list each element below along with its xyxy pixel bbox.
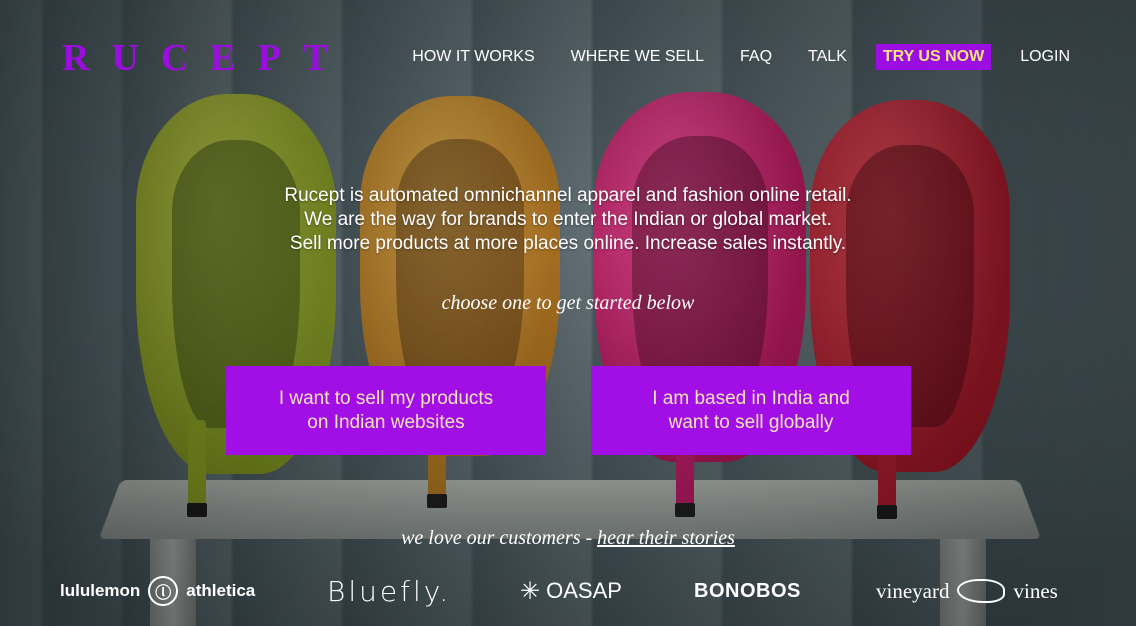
button-label-line-2: on Indian websites — [307, 411, 465, 433]
whale-icon — [957, 579, 1006, 603]
lululemon-logo: lululemon ⓛ athletica — [60, 574, 255, 608]
choose-prompt: choose one to get started below — [441, 292, 695, 314]
oasap-text: OASAP — [546, 578, 622, 603]
logo[interactable]: RUCEPT — [62, 36, 350, 80]
nav-try-us-now-button[interactable]: TRY US NOW — [875, 44, 992, 70]
hero-tagline: Rucept is automated omnichannel apparel … — [0, 184, 1136, 256]
customer-stories: we love our customers - hear their stori… — [0, 527, 1136, 550]
nav-where-we-sell[interactable]: WHERE WE SELL — [571, 48, 704, 66]
nav-talk[interactable]: TALK — [808, 48, 847, 66]
button-label-line-2: want to sell globally — [668, 411, 834, 433]
tagline-line-3: Sell more products at more places online… — [289, 233, 847, 254]
stories-prefix: we love our customers - — [401, 527, 598, 549]
nav-login[interactable]: LOGIN — [1020, 48, 1070, 66]
sell-on-indian-websites-button[interactable]: I want to sell my products on Indian web… — [226, 366, 546, 455]
sell-globally-button[interactable]: I am based in India and want to sell glo… — [591, 366, 911, 455]
tagline-line-2: We are the way for brands to enter the I… — [304, 209, 832, 230]
vines-text: vines — [1013, 578, 1058, 603]
customer-logos: lululemon ⓛ athletica Bluefly. ✳ OASAP B… — [0, 574, 1136, 608]
main-nav: HOW IT WORKS WHERE WE SELL FAQ TALK TRY … — [376, 44, 1070, 70]
lululemon-mark-icon: ⓛ — [148, 576, 179, 606]
tagline-line-1: Rucept is automated omnichannel apparel … — [284, 185, 852, 206]
nav-faq[interactable]: FAQ — [740, 48, 772, 66]
hear-their-stories-link[interactable]: hear their stories — [597, 527, 735, 549]
athletica-text: athletica — [186, 581, 256, 600]
nav-how-it-works[interactable]: HOW IT WORKS — [412, 48, 534, 66]
bluefly-logo: Bluefly. — [327, 574, 452, 608]
button-label-line-1: I am based in India and — [652, 387, 850, 409]
button-label-line-1: I want to sell my products — [278, 387, 494, 409]
oasap-logo: ✳ OASAP — [520, 574, 622, 608]
oasap-star-icon: ✳ — [520, 577, 541, 605]
vineyard-vines-logo: vineyard vines — [876, 574, 1058, 608]
vineyard-text: vineyard — [876, 578, 950, 603]
bonobos-logo: BONOBOS — [694, 579, 801, 602]
lululemon-text: lululemon — [60, 581, 141, 600]
